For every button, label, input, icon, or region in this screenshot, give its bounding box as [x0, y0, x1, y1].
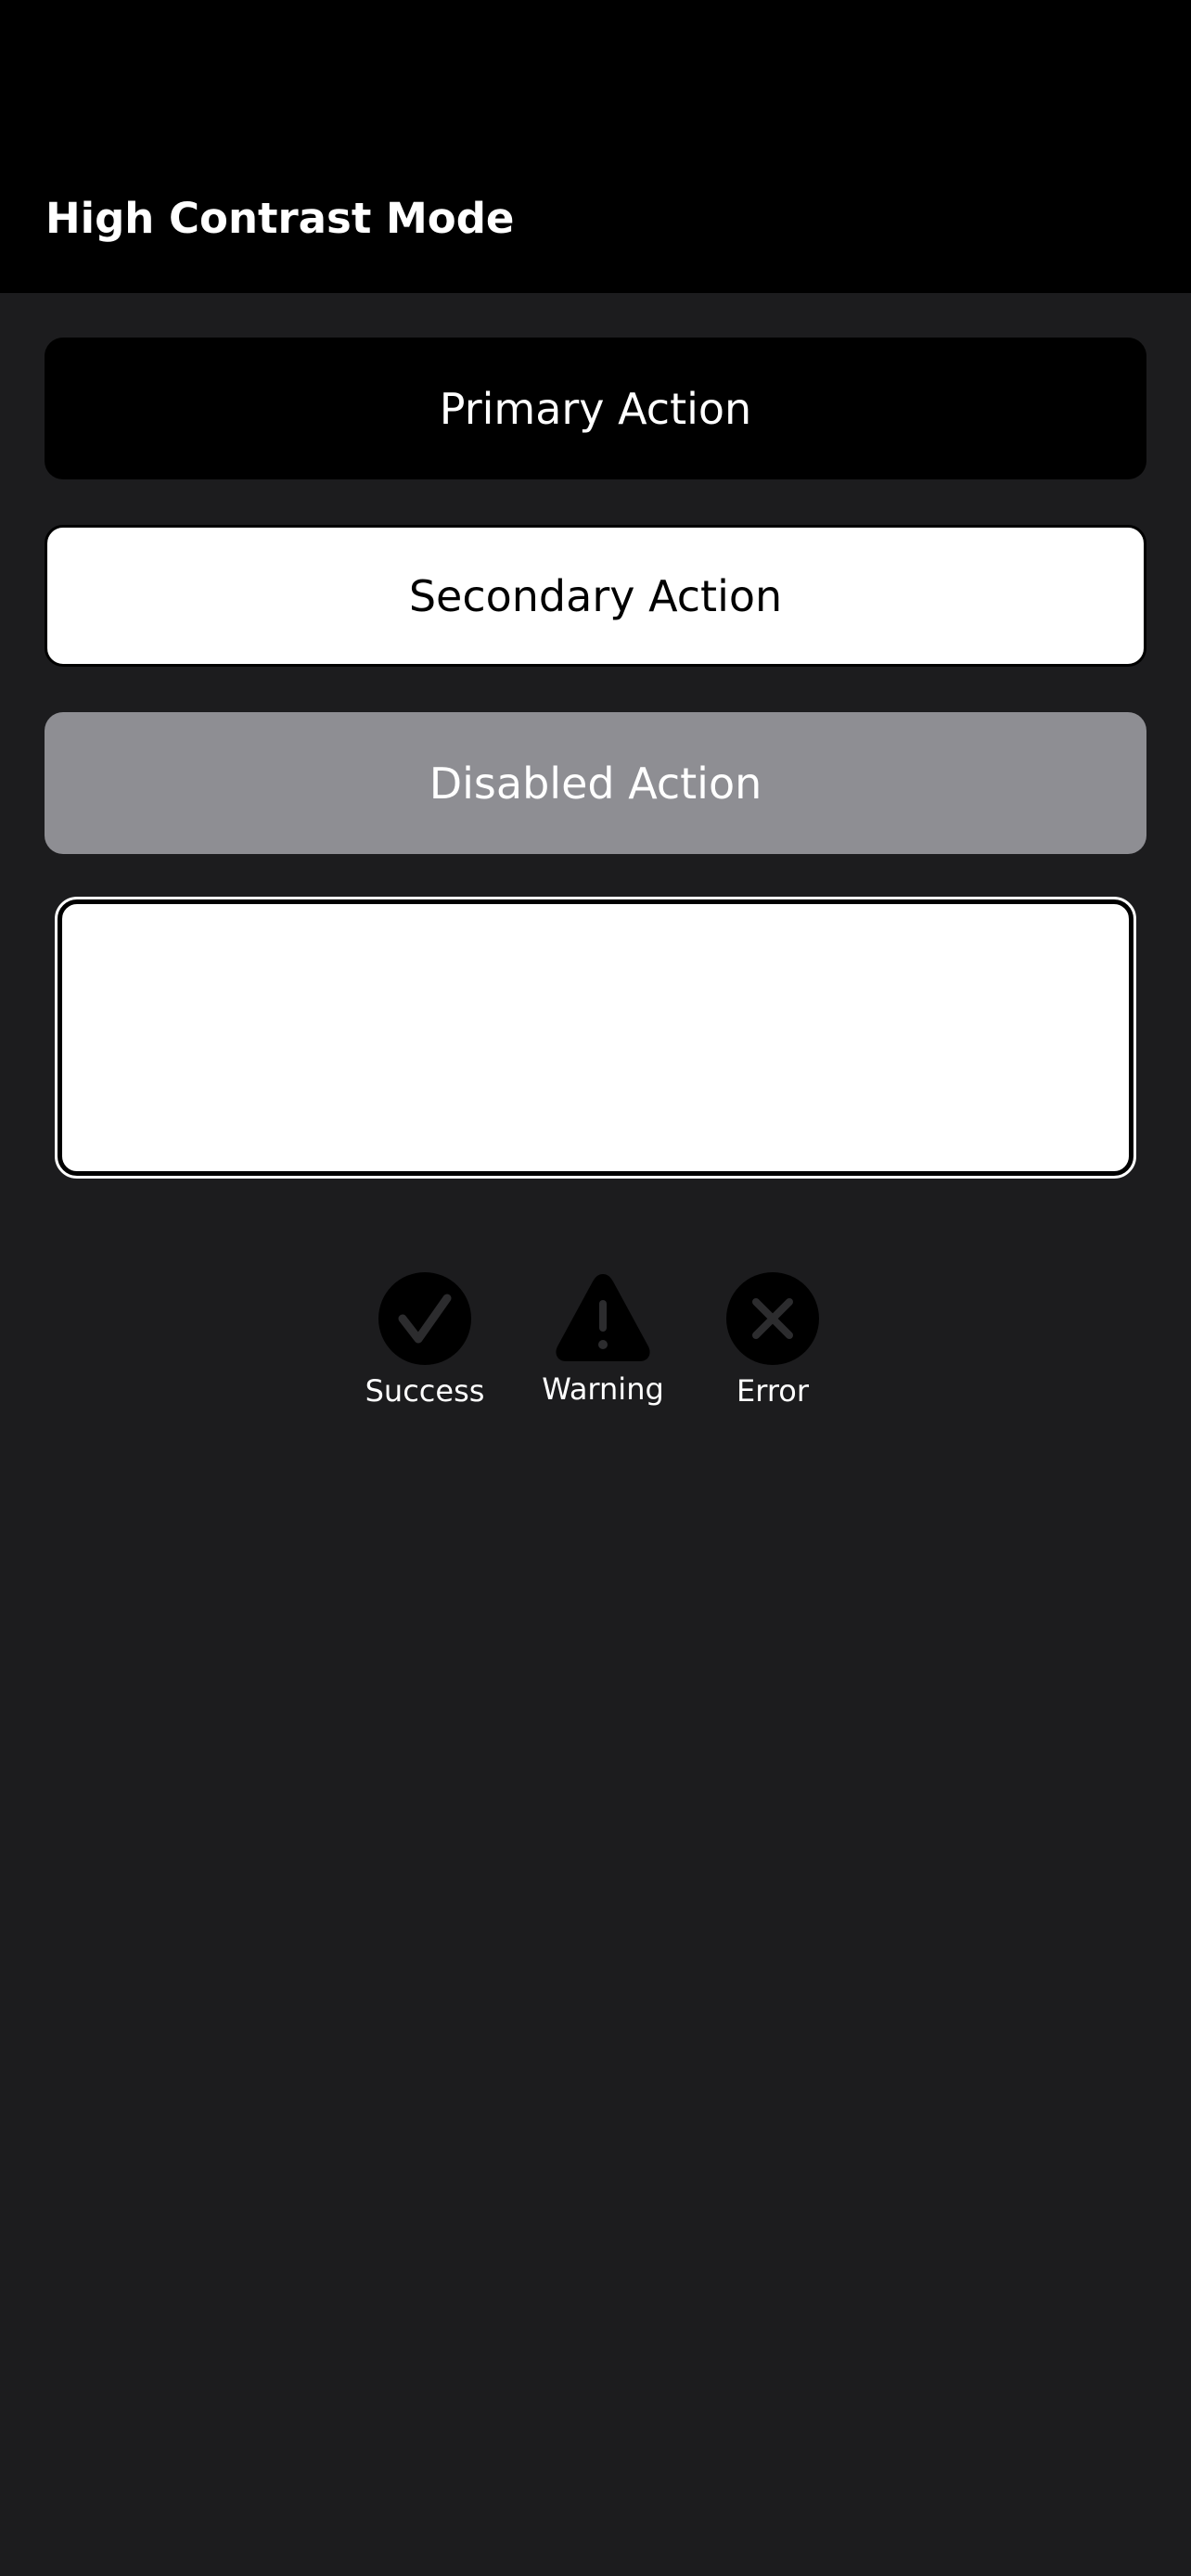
disabled-action-button: Disabled Action: [45, 712, 1146, 854]
warning-icon: [556, 1274, 650, 1361]
text-input-field[interactable]: [55, 897, 1136, 1179]
primary-action-button[interactable]: Primary Action: [45, 338, 1146, 479]
navigation-bar: High Contrast Mode: [0, 0, 1191, 293]
status-error: Error: [711, 1270, 834, 1409]
status-success-label: Success: [365, 1373, 485, 1409]
status-success: Success: [364, 1270, 486, 1409]
checkmark-icon: [378, 1272, 471, 1365]
secondary-action-button[interactable]: Secondary Action: [45, 525, 1146, 667]
status-warning: Warning: [542, 1270, 664, 1408]
close-icon: [726, 1272, 819, 1365]
page-title: High Contrast Mode: [45, 194, 515, 243]
screen: High Contrast Mode Primary Action Second…: [0, 0, 1191, 2576]
status-error-label: Error: [736, 1373, 809, 1409]
status-warning-label: Warning: [542, 1371, 664, 1407]
